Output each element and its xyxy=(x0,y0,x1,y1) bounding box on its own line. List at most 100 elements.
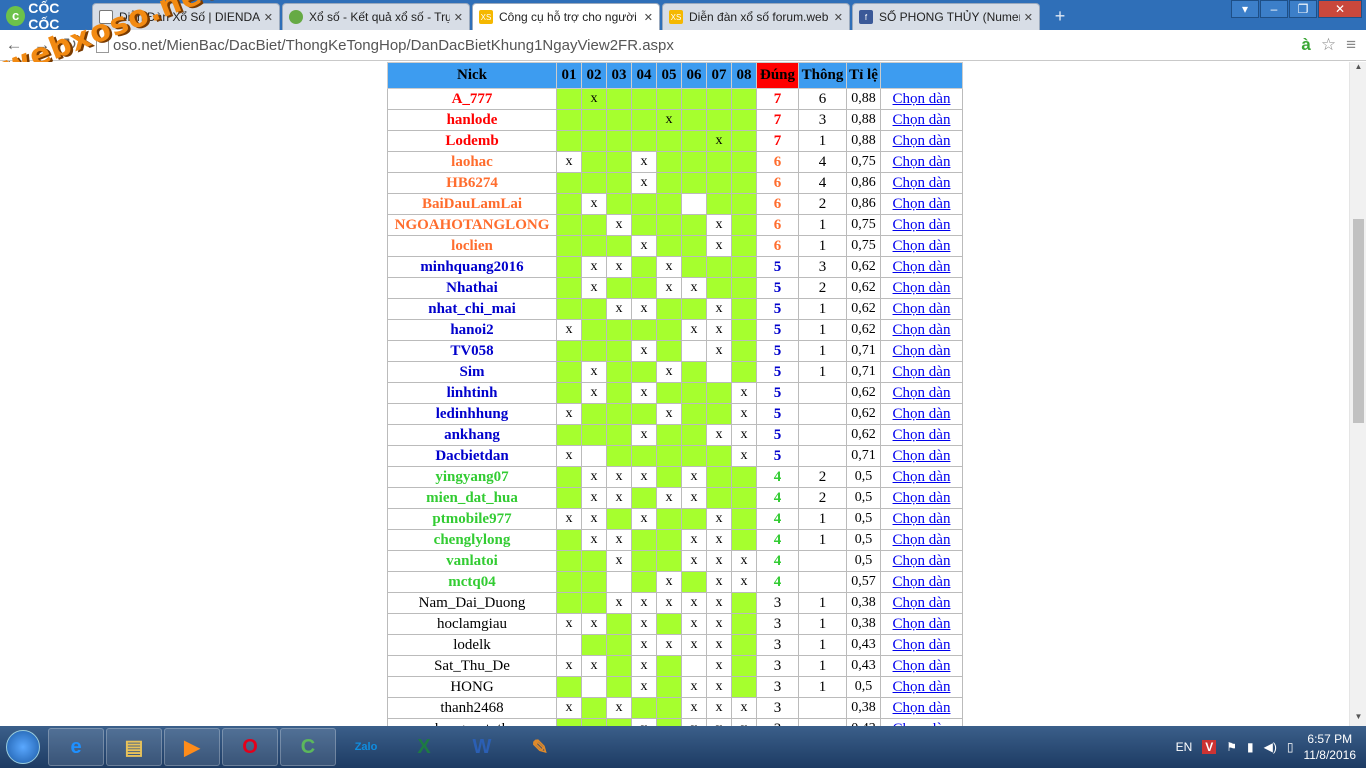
chon-dan-link[interactable]: Chọn dàn xyxy=(893,154,951,170)
number-cell xyxy=(606,172,632,194)
word-icon[interactable]: W xyxy=(454,728,510,766)
clock[interactable]: 6:57 PM 11/8/2016 xyxy=(1304,731,1357,763)
number-cell: x xyxy=(706,592,732,614)
tab-2[interactable]: Xổ số - Kết quả xổ số - Trực ✕ xyxy=(282,3,470,30)
new-tab-button[interactable]: + xyxy=(1048,5,1072,27)
number-cell: x xyxy=(581,613,607,635)
chon-dan-link[interactable]: Chọn dàn xyxy=(893,595,951,611)
chon-dan-link[interactable]: Chọn dàn xyxy=(893,217,951,233)
dung-cell: 3 xyxy=(756,718,799,726)
action-cell: Chọn dàn xyxy=(880,340,963,362)
chon-dan-link[interactable]: Chọn dàn xyxy=(893,322,951,338)
chon-dan-link[interactable]: Chọn dàn xyxy=(893,364,951,380)
chon-dan-link[interactable]: Chọn dàn xyxy=(893,343,951,359)
number-cell xyxy=(556,214,582,236)
bookmark-star-icon[interactable]: ☆ xyxy=(1321,35,1336,55)
chon-dan-link[interactable]: Chọn dàn xyxy=(893,301,951,317)
ti-le-cell: 0,5 xyxy=(846,487,881,509)
header-thong: Thông xyxy=(798,62,847,89)
start-button[interactable] xyxy=(0,727,46,767)
user-icon[interactable]: ▾ xyxy=(1231,0,1259,18)
number-cell xyxy=(656,235,682,257)
chon-dan-link[interactable]: Chọn dàn xyxy=(893,469,951,485)
number-cell: x xyxy=(581,277,607,299)
chon-dan-link[interactable]: Chọn dàn xyxy=(893,532,951,548)
language-indicator[interactable]: EN xyxy=(1176,740,1193,754)
number-cell xyxy=(606,88,632,110)
number-cell: x xyxy=(556,403,582,425)
explorer-folder-icon[interactable]: ▤ xyxy=(106,728,162,766)
chon-dan-link[interactable]: Chọn dàn xyxy=(893,280,951,296)
chon-dan-link[interactable]: Chọn dàn xyxy=(893,238,951,254)
tab-3[interactable]: XS Công cụ hỗ trợ cho người ✕ xyxy=(472,3,660,30)
menu-icon[interactable]: ≡ xyxy=(1346,35,1356,55)
close-tab-icon[interactable]: ✕ xyxy=(454,11,463,24)
chon-dan-link[interactable]: Chọn dàn xyxy=(893,700,951,716)
paint-icon[interactable]: ✎ xyxy=(512,728,568,766)
chon-dan-link[interactable]: Chọn dàn xyxy=(893,259,951,275)
chon-dan-link[interactable]: Chọn dàn xyxy=(893,616,951,632)
zalo-icon[interactable]: Zalo xyxy=(338,728,394,766)
number-cell: x xyxy=(731,550,757,572)
flag-icon[interactable]: ⚑ xyxy=(1226,740,1237,754)
number-cell xyxy=(606,718,632,726)
chon-dan-link[interactable]: Chọn dàn xyxy=(893,427,951,443)
network-icon[interactable]: ▮ xyxy=(1247,740,1254,754)
close-window-button[interactable]: ✕ xyxy=(1318,0,1362,18)
close-tab-icon[interactable]: ✕ xyxy=(644,11,653,24)
chon-dan-link[interactable]: Chọn dàn xyxy=(893,385,951,401)
volume-icon[interactable]: ◀) xyxy=(1264,740,1277,754)
dung-cell: 5 xyxy=(756,277,799,299)
tab-4[interactable]: XS Diễn đàn xổ số forum.web ✕ xyxy=(662,3,850,30)
scroll-thumb[interactable] xyxy=(1353,219,1364,423)
table-row: BaiDauLamLai x 6 2 0,86 Chọn dàn xyxy=(387,193,963,215)
action-cell: Chọn dàn xyxy=(880,508,963,530)
chon-dan-link[interactable]: Chọn dàn xyxy=(893,133,951,149)
vietnamese-input-icon[interactable]: à xyxy=(1301,35,1310,55)
scroll-up-icon[interactable]: ▲ xyxy=(1350,62,1366,76)
chon-dan-link[interactable]: Chọn dàn xyxy=(893,679,951,695)
number-cell: x xyxy=(581,193,607,215)
tab-title: SỐ PHONG THỦY (Numer xyxy=(879,10,1020,24)
opera-icon[interactable]: O xyxy=(222,728,278,766)
thong-cell: 1 xyxy=(798,655,847,677)
thong-cell: 3 xyxy=(798,109,847,131)
minimize-button[interactable]: – xyxy=(1260,0,1288,18)
vertical-scrollbar[interactable]: ▲ ▼ xyxy=(1349,62,1366,726)
ti-le-cell: 0,38 xyxy=(846,592,881,614)
close-tab-icon[interactable]: ✕ xyxy=(1024,11,1033,24)
chon-dan-link[interactable]: Chọn dàn xyxy=(893,175,951,191)
chon-dan-link[interactable]: Chọn dàn xyxy=(893,490,951,506)
media-player-icon[interactable]: ▶ xyxy=(164,728,220,766)
nick-cell: yingyang07 xyxy=(387,466,557,488)
antivirus-icon[interactable]: V xyxy=(1202,740,1217,754)
address-field[interactable]: oso.net/MienBac/DacBiet/ThongKeTongHop/D… xyxy=(92,33,1301,57)
tab-5[interactable]: f SỐ PHONG THỦY (Numer ✕ xyxy=(852,3,1040,30)
number-cell xyxy=(656,613,682,635)
chon-dan-link[interactable]: Chọn dàn xyxy=(893,574,951,590)
nick-cell: laohac xyxy=(387,151,557,173)
chon-dan-link[interactable]: Chọn dàn xyxy=(893,553,951,569)
coccoc-browser-icon[interactable]: C xyxy=(280,728,336,766)
number-cell xyxy=(606,613,632,635)
number-cell xyxy=(606,403,632,425)
close-tab-icon[interactable]: ✕ xyxy=(264,11,273,24)
scroll-down-icon[interactable]: ▼ xyxy=(1350,712,1366,726)
number-cell xyxy=(556,592,582,614)
ie-icon[interactable]: e xyxy=(48,728,104,766)
excel-icon[interactable]: X xyxy=(396,728,452,766)
chon-dan-link[interactable]: Chọn dàn xyxy=(893,637,951,653)
number-cell xyxy=(731,214,757,236)
chon-dan-link[interactable]: Chọn dàn xyxy=(893,511,951,527)
number-cell xyxy=(656,466,682,488)
number-cell xyxy=(556,529,582,551)
close-tab-icon[interactable]: ✕ xyxy=(834,11,843,24)
chon-dan-link[interactable]: Chọn dàn xyxy=(893,448,951,464)
chon-dan-link[interactable]: Chọn dàn xyxy=(893,112,951,128)
chon-dan-link[interactable]: Chọn dàn xyxy=(893,196,951,212)
chon-dan-link[interactable]: Chọn dàn xyxy=(893,658,951,674)
chon-dan-link[interactable]: Chọn dàn xyxy=(893,406,951,422)
battery-icon[interactable]: ▯ xyxy=(1287,740,1294,754)
chon-dan-link[interactable]: Chọn dàn xyxy=(893,91,951,107)
maximize-button[interactable]: ❐ xyxy=(1289,0,1317,18)
